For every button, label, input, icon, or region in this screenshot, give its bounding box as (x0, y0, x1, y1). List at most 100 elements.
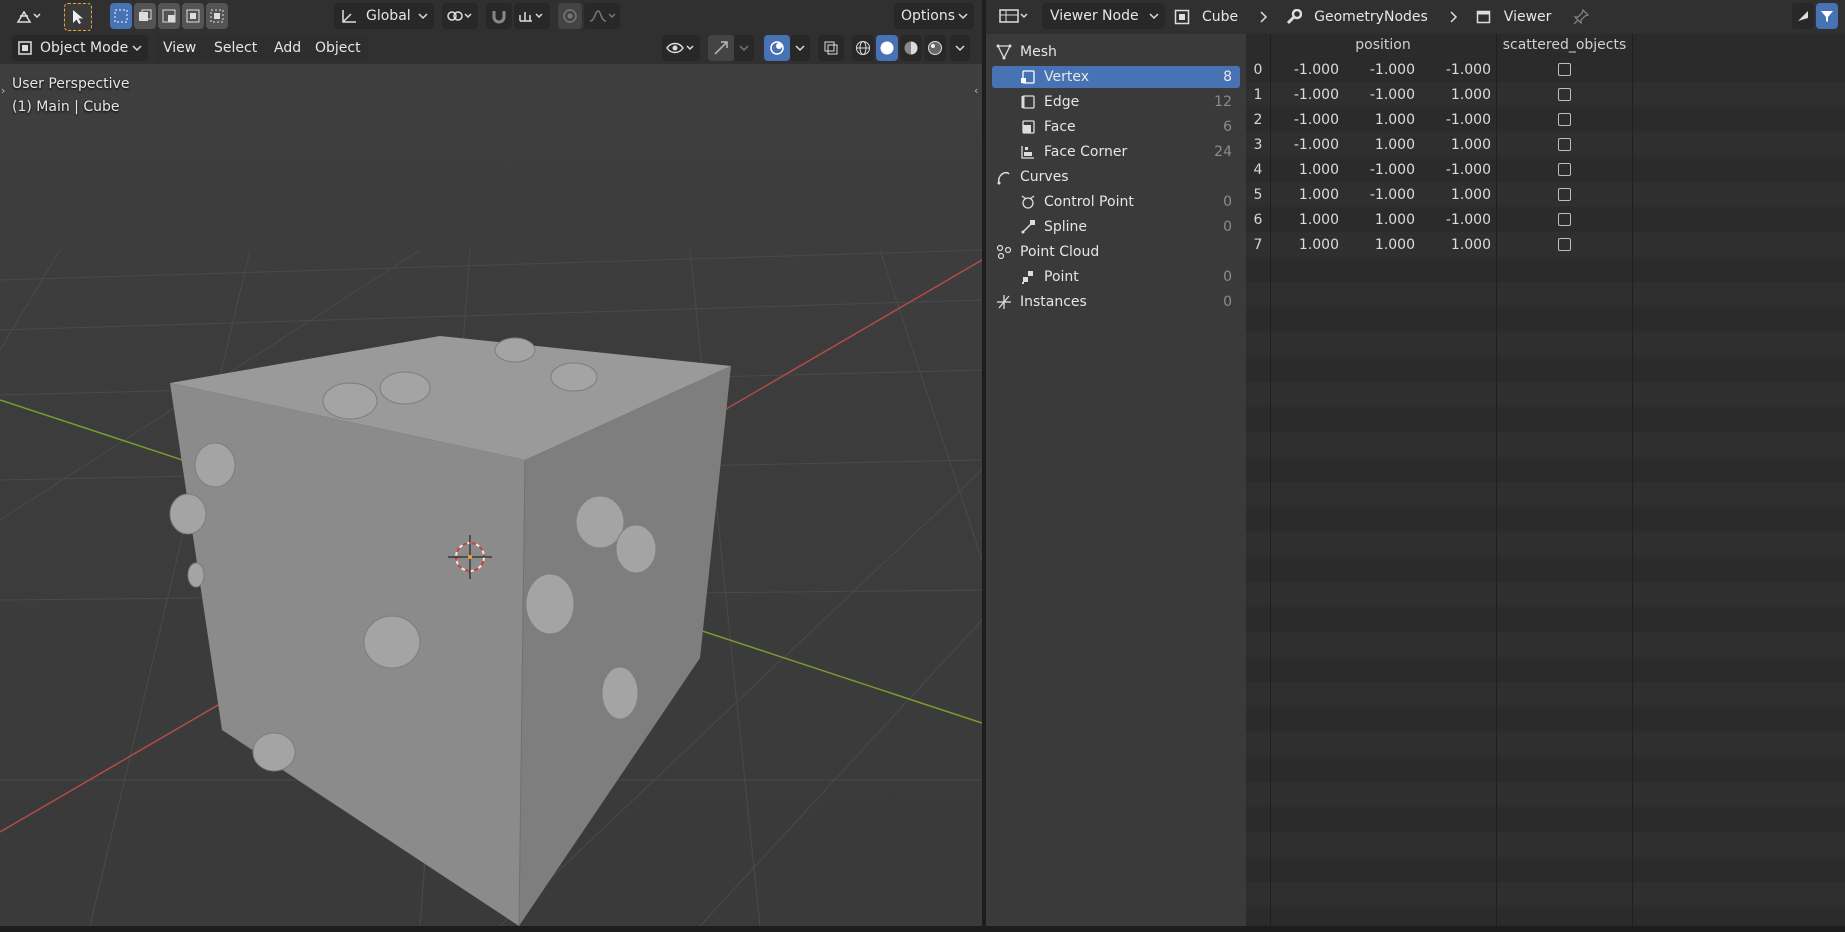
select-cursor-icon (1796, 9, 1810, 23)
object-mode-dropdown[interactable]: Object Mode (12, 35, 148, 61)
column-header-position[interactable]: position (1270, 34, 1496, 56)
scattered-objects-checkbox[interactable] (1558, 88, 1571, 101)
solid-sphere-icon (879, 40, 895, 56)
position-cell-z: 1.000 (1450, 236, 1491, 253)
face-icon (1020, 119, 1036, 135)
empty-row (1246, 382, 1845, 407)
menu-add[interactable]: Add (266, 35, 310, 61)
select-subtract-icon (162, 9, 176, 23)
empty-row (1246, 907, 1845, 932)
snap-target-dropdown[interactable] (514, 3, 550, 29)
viewer-node-dropdown[interactable]: Viewer Node (1042, 3, 1165, 29)
orientation-axes-icon (340, 8, 358, 24)
options-dropdown[interactable]: Options (894, 3, 974, 29)
overlays-icon (769, 40, 785, 56)
viewport-scene[interactable] (0, 0, 982, 926)
select-intersect-button[interactable] (206, 3, 228, 29)
breadcrumb-modifier[interactable]: GeometryNodes (1314, 9, 1428, 25)
select-extend-button[interactable] (134, 3, 156, 29)
dataset-item-spline[interactable]: Spline 0 (992, 216, 1240, 238)
transform-orientation-dropdown[interactable]: Global (334, 3, 434, 29)
chevron-down-icon (795, 44, 805, 52)
proportional-edit-button[interactable] (558, 3, 582, 29)
select-box-mode-button[interactable] (110, 3, 132, 29)
empty-row (1246, 582, 1845, 607)
gizmo-icon (713, 40, 729, 56)
breadcrumb: Cube GeometryNodes Viewer (1174, 0, 1734, 34)
select-tool-button[interactable] (64, 3, 92, 31)
editor-type-button[interactable] (994, 3, 1034, 29)
overlays-dropdown[interactable] (790, 35, 810, 61)
dataset-item-count: 0 (1223, 194, 1232, 210)
viewer-node-label: Viewer Node (1050, 8, 1139, 24)
selected-only-toggle[interactable] (1792, 3, 1814, 29)
sidebar-expand-arrow[interactable]: ‹ (974, 84, 978, 97)
dataset-item-vertex[interactable]: Vertex 8 (992, 66, 1240, 88)
position-cell-x: -1.000 (1293, 136, 1339, 153)
scattered-objects-checkbox[interactable] (1558, 213, 1571, 226)
position-cell-z: 1.000 (1450, 186, 1491, 203)
dataset-item-curves[interactable]: Curves (992, 166, 1240, 188)
scattered-objects-checkbox[interactable] (1558, 188, 1571, 201)
spreadsheet-table: 0 -1.000 -1.000 -1.000 1 -1.000 -1.000 1.000 2 -1… (1246, 34, 1845, 926)
dataset-item-instances[interactable]: Instances 0 (992, 291, 1240, 313)
wrench-icon (1286, 9, 1303, 25)
pivot-link-icon (446, 9, 474, 23)
position-cell-y: 1.000 (1374, 136, 1415, 153)
menu-object[interactable]: Object (307, 35, 369, 61)
scattered-objects-checkbox[interactable] (1558, 238, 1571, 251)
shading-material-button[interactable] (900, 35, 922, 61)
3d-viewport[interactable]: Global Options Object Mode View Select A… (0, 0, 982, 926)
scattered-objects-checkbox[interactable] (1558, 63, 1571, 76)
editor-type-button[interactable] (8, 3, 50, 29)
shading-wireframe-button[interactable] (852, 35, 874, 61)
empty-row (1246, 757, 1845, 782)
position-cell-x: 1.000 (1298, 186, 1339, 203)
scattered-objects-checkbox[interactable] (1558, 113, 1571, 126)
menu-select[interactable]: Select (206, 35, 266, 61)
spline-icon (1020, 219, 1036, 235)
spreadsheet-editor: Viewer Node Cube GeometryNodes Viewer Me… (986, 0, 1845, 926)
position-cell-z: -1.000 (1445, 161, 1491, 178)
dataset-item-point[interactable]: Point 0 (992, 266, 1240, 288)
dataset-item-face[interactable]: Face 6 (992, 116, 1240, 138)
gizmo-toggle-button[interactable] (708, 35, 734, 61)
dataset-item-control-point[interactable]: Control Point 0 (992, 191, 1240, 213)
empty-row (1246, 532, 1845, 557)
object-cube-icon (1174, 9, 1190, 25)
position-cell-x: 1.000 (1298, 236, 1339, 253)
gizmo-dropdown[interactable] (734, 35, 754, 61)
pivot-point-dropdown[interactable] (442, 3, 478, 29)
visibility-dropdown[interactable] (662, 35, 700, 61)
row-index: 3 (1253, 136, 1263, 153)
scattered-objects-checkbox[interactable] (1558, 163, 1571, 176)
breadcrumb-object[interactable]: Cube (1202, 9, 1238, 25)
scattered-objects-checkbox[interactable] (1558, 138, 1571, 151)
pin-icon[interactable] (1573, 9, 1590, 25)
dataset-item-face-corner[interactable]: Face Corner 24 (992, 141, 1240, 163)
dataset-item-edge[interactable]: Edge 12 (992, 91, 1240, 113)
viewer-node-icon (1476, 9, 1492, 25)
empty-row (1246, 507, 1845, 532)
dataset-item-label: Face Corner (1044, 144, 1128, 160)
menu-view[interactable]: View (155, 35, 205, 61)
active-object-label: (1) Main | Cube (12, 99, 120, 115)
shading-solid-button[interactable] (876, 35, 898, 61)
dataset-item-count: 0 (1223, 294, 1232, 310)
select-subtract-button[interactable] (158, 3, 180, 29)
breadcrumb-viewer[interactable]: Viewer (1504, 9, 1552, 25)
toolbar-expand-arrow[interactable]: › (1, 84, 5, 97)
shading-rendered-button[interactable] (924, 35, 946, 61)
dataset-item-point-cloud[interactable]: Point Cloud (992, 241, 1240, 263)
filter-toggle[interactable] (1816, 3, 1838, 29)
column-header-scattered-objects[interactable]: scattered_objects (1497, 34, 1632, 56)
overlays-toggle-button[interactable] (764, 35, 790, 61)
empty-row (1246, 307, 1845, 332)
xray-toggle-button[interactable] (818, 35, 844, 61)
proportional-falloff-dropdown[interactable] (584, 3, 620, 29)
select-difference-button[interactable] (182, 3, 204, 29)
snap-toggle-button[interactable] (486, 3, 512, 29)
shading-dropdown[interactable] (950, 35, 970, 61)
dataset-item-mesh[interactable]: Mesh (992, 41, 1240, 63)
empty-row (1246, 832, 1845, 857)
